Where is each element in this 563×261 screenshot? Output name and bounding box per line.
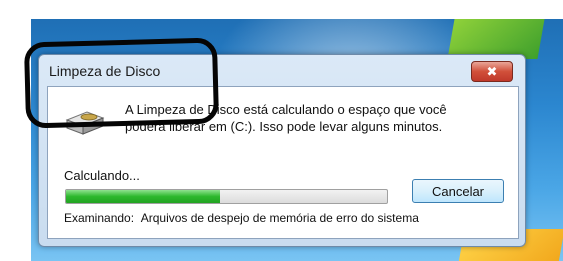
scanning-status: Examinando: Arquivos de despejo de memór… — [64, 211, 419, 225]
progress-fill — [66, 190, 221, 203]
windows-logo-fragment — [447, 19, 545, 59]
scanning-value: Arquivos de despejo de memória de erro d… — [140, 211, 419, 225]
scanning-label: Examinando: — [64, 211, 135, 225]
close-button[interactable]: ✖ — [471, 61, 513, 82]
hand-drawn-highlight-circle — [23, 37, 220, 129]
cancel-button[interactable]: Cancelar — [412, 179, 504, 203]
calculating-label: Calculando... — [64, 168, 140, 183]
close-icon: ✖ — [486, 63, 498, 79]
progress-bar — [65, 189, 388, 204]
